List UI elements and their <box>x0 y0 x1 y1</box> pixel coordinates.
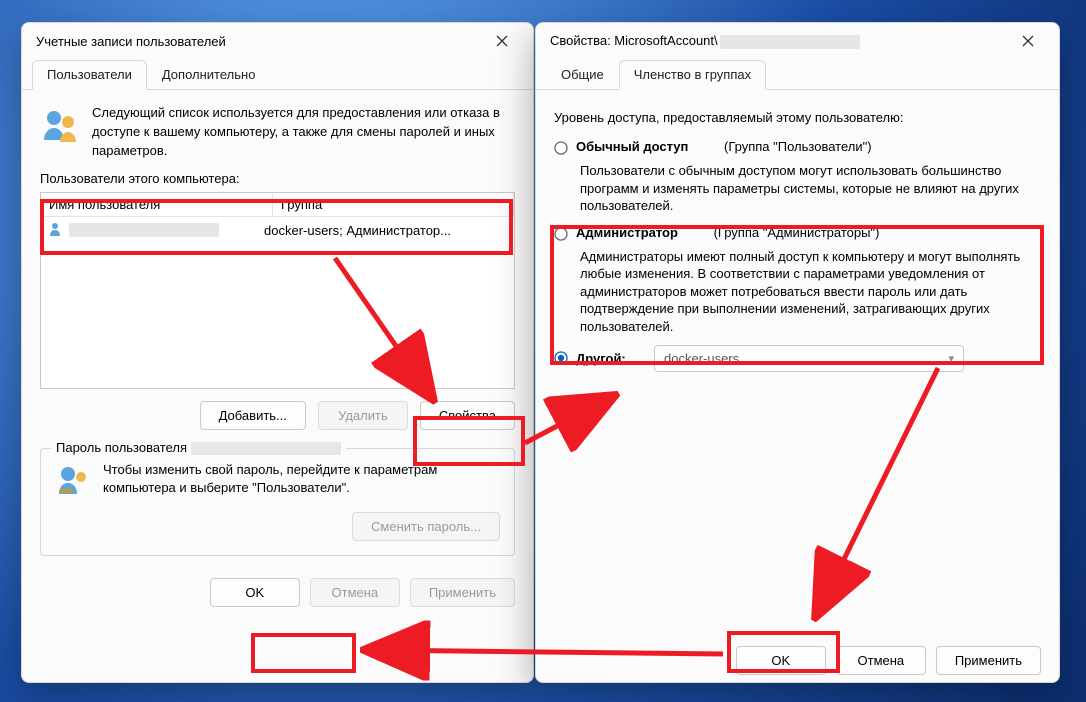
delete-button: Удалить <box>318 401 408 430</box>
properties-button[interactable]: Свойства <box>420 401 515 430</box>
admin-group: (Группа "Администраторы") <box>714 225 880 240</box>
key-users-icon <box>55 461 91 500</box>
close-icon[interactable] <box>1005 26 1051 56</box>
group-combobox[interactable]: docker-users ▾ <box>654 345 964 372</box>
intro-text: Следующий список используется для предос… <box>92 104 515 161</box>
list-label: Пользователи этого компьютера: <box>40 171 515 186</box>
window-title: Учетные записи пользователей <box>36 34 479 49</box>
tab-advanced[interactable]: Дополнительно <box>147 60 271 90</box>
apply-button: Применить <box>410 578 515 607</box>
cancel-button: Отмена <box>310 578 400 607</box>
tab-membership[interactable]: Членство в группах <box>619 60 766 90</box>
list-header: Имя пользователя Группа <box>41 193 514 217</box>
ok-button[interactable]: OK <box>210 578 300 607</box>
standard-group: (Группа "Пользователи") <box>724 139 872 154</box>
titlebar: Свойства: MicrosoftAccount\ <box>536 23 1059 59</box>
radio-standard-row[interactable]: Обычный доступ (Группа "Пользователи") <box>554 139 1041 158</box>
radio-standard-label: Обычный доступ <box>576 139 688 154</box>
radio-other-row[interactable]: Другой: docker-users ▾ <box>554 345 1041 372</box>
col-name[interactable]: Имя пользователя <box>41 193 273 216</box>
radio-icon[interactable] <box>554 141 568 158</box>
standard-desc: Пользователи с обычным доступом могут ис… <box>580 162 1041 215</box>
password-groupbox: Пароль пользователя Чтобы изменить свой … <box>40 448 515 556</box>
password-legend: Пароль пользователя <box>51 440 346 455</box>
radio-icon[interactable] <box>554 351 568 368</box>
users-listview[interactable]: Имя пользователя Группа docker-users; Ад… <box>40 192 515 389</box>
table-row[interactable]: docker-users; Администратор... <box>41 217 514 244</box>
ok-button[interactable]: OK <box>736 646 826 675</box>
user-group-cell: docker-users; Администратор... <box>264 223 508 238</box>
access-intro: Уровень доступа, предоставляемый этому п… <box>554 110 1041 125</box>
window-title: Свойства: MicrosoftAccount\ <box>550 33 1005 49</box>
combo-value: docker-users <box>664 351 739 366</box>
radio-admin-row[interactable]: Администратор (Группа "Администраторы") <box>554 225 1041 244</box>
password-text: Чтобы изменить свой пароль, перейдите к … <box>103 461 500 499</box>
add-button[interactable]: Добавить... <box>200 401 306 430</box>
cancel-button[interactable]: Отмена <box>836 646 926 675</box>
chevron-down-icon: ▾ <box>948 352 954 365</box>
titlebar: Учетные записи пользователей <box>22 23 533 59</box>
users-icon <box>40 104 80 147</box>
radio-other-label: Другой: <box>576 351 646 366</box>
user-name-redacted <box>69 223 219 237</box>
radio-icon[interactable] <box>554 227 568 244</box>
change-password-button: Сменить пароль... <box>352 512 500 541</box>
tab-users[interactable]: Пользователи <box>32 60 147 90</box>
admin-desc: Администраторы имеют полный доступ к ком… <box>580 248 1041 336</box>
tab-general[interactable]: Общие <box>546 60 619 90</box>
close-icon[interactable] <box>479 26 525 56</box>
properties-window: Свойства: MicrosoftAccount\ Общие Членст… <box>535 22 1060 683</box>
account-name-redacted <box>720 35 860 49</box>
user-accounts-window: Учетные записи пользователей Пользовател… <box>21 22 534 683</box>
tabstrip: Общие Членство в группах <box>536 59 1059 90</box>
apply-button[interactable]: Применить <box>936 646 1041 675</box>
tabstrip: Пользователи Дополнительно <box>22 59 533 90</box>
radio-admin-label: Администратор <box>576 225 678 240</box>
person-icon <box>47 221 63 240</box>
col-group[interactable]: Группа <box>273 193 514 216</box>
